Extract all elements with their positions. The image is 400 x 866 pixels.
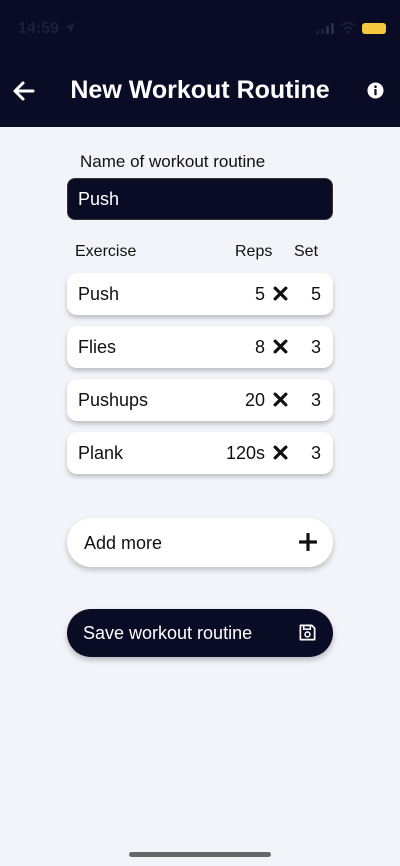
exercise-sets: 3 (310, 390, 321, 410)
exercise-reps: 120s (225, 443, 265, 463)
page-title: New Workout Routine (70, 76, 330, 104)
plus-icon (299, 533, 317, 551)
x-icon (273, 392, 288, 407)
x-icon (273, 339, 288, 354)
exercise-name: Flies (78, 337, 117, 357)
save-routine-label: Save workout routine (83, 623, 253, 643)
status-bar: 14:59 (0, 0, 400, 60)
info-icon[interactable] (367, 82, 384, 99)
exercise-name: Pushups (78, 390, 149, 410)
exercise-reps: 20 (244, 390, 265, 410)
column-header-reps: Reps (235, 243, 273, 260)
exercise-sets: 3 (310, 443, 321, 463)
exercise-sets: 3 (310, 337, 321, 357)
routine-name-input[interactable] (67, 178, 333, 220)
battery-icon (362, 22, 386, 34)
exercise-name: Push (78, 284, 120, 304)
signal-icon (316, 22, 334, 34)
exercise-name: Plank (78, 443, 124, 463)
routine-name-label: Name of workout routine (80, 152, 266, 171)
home-indicator (129, 852, 271, 857)
floppy-disk-icon (299, 624, 316, 641)
column-header-set: Set (294, 243, 319, 260)
add-more-button[interactable]: Add more (67, 518, 333, 567)
exercise-row[interactable]: Flies 8 3 (67, 326, 333, 368)
column-header-exercise: Exercise (75, 243, 137, 260)
status-time: 14:59 (18, 20, 59, 37)
wifi-icon (340, 22, 356, 34)
x-icon (273, 286, 288, 301)
exercise-row[interactable]: Plank 120s 3 (67, 432, 333, 474)
add-more-label: Add more (84, 533, 163, 553)
exercise-reps: 8 (254, 337, 265, 357)
exercise-sets: 5 (310, 284, 321, 304)
x-icon (273, 445, 288, 460)
status-indicators (316, 22, 386, 34)
exercise-reps: 5 (254, 284, 265, 304)
exercise-row[interactable]: Pushups 20 3 (67, 379, 333, 421)
location-arrow-icon (65, 23, 75, 33)
exercise-row[interactable]: Push 5 5 (67, 273, 333, 315)
save-routine-button[interactable]: Save workout routine (67, 609, 333, 657)
